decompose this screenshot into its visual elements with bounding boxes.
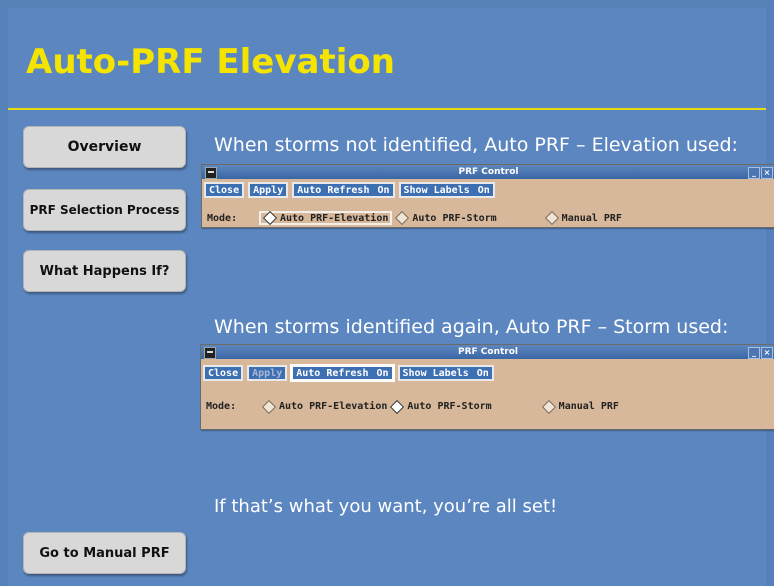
- minimize-icon[interactable]: _: [748, 347, 760, 359]
- slide-title: Auto-PRF Elevation: [26, 42, 395, 82]
- mode-label: Mode:: [206, 401, 237, 412]
- show-labels-button[interactable]: Show Labels On: [397, 365, 494, 381]
- mode-option-manual-label: Manual PRF: [558, 401, 619, 412]
- apply-button-label: Apply: [253, 184, 284, 196]
- prf-control-window-elevation: PRF Control _ × Close Apply Auto Refresh…: [201, 164, 774, 228]
- window-menu-icon[interactable]: [205, 167, 217, 179]
- mode-option-elevation[interactable]: Auto PRF-Elevation: [261, 399, 388, 414]
- mode-option-storm-label: Auto PRF-Storm: [412, 212, 497, 224]
- auto-refresh-label: Auto Refresh: [297, 184, 370, 196]
- apply-button[interactable]: Apply: [247, 365, 288, 381]
- close-button-label: Close: [209, 184, 240, 196]
- window-titlebar[interactable]: PRF Control _ ×: [201, 345, 774, 359]
- radio-icon: [261, 399, 277, 414]
- auto-refresh-label: Auto Refresh: [296, 367, 369, 379]
- radio-icon: [395, 210, 410, 226]
- mode-label: Mode:: [207, 212, 238, 224]
- what-happens-if-button[interactable]: What Happens If?: [23, 250, 186, 292]
- close-button[interactable]: Close: [203, 365, 244, 381]
- minimize-icon[interactable]: _: [748, 167, 760, 179]
- mode-option-elevation-label: Auto PRF-Elevation: [280, 212, 389, 224]
- prf-selection-process-button[interactable]: PRF Selection Process: [23, 189, 186, 231]
- window-titlebar[interactable]: PRF Control _ ×: [202, 165, 774, 179]
- mode-row: Mode: Auto PRF-Elevation Auto PRF-Storm …: [207, 210, 622, 226]
- mode-option-elevation[interactable]: Auto PRF-Elevation: [259, 210, 393, 226]
- toolbar: Close Apply Auto Refresh On Show Labels On: [204, 182, 495, 198]
- mode-option-elevation-label: Auto PRF-Elevation: [279, 401, 388, 412]
- auto-refresh-state: On: [376, 367, 389, 379]
- show-labels-button[interactable]: Show Labels On: [398, 182, 495, 198]
- radio-selected-icon: [390, 399, 405, 414]
- mode-option-storm-label: Auto PRF-Storm: [407, 401, 492, 412]
- apply-button[interactable]: Apply: [248, 182, 289, 198]
- close-button-label: Close: [208, 367, 239, 379]
- mode-option-manual[interactable]: Manual PRF: [541, 399, 619, 414]
- show-labels-label: Show Labels: [402, 367, 469, 379]
- show-labels-state: On: [476, 367, 489, 379]
- mode-option-manual-label: Manual PRF: [561, 212, 622, 224]
- auto-refresh-button[interactable]: Auto Refresh On: [290, 364, 395, 382]
- go-to-manual-prf-button[interactable]: Go to Manual PRF: [23, 532, 186, 574]
- title-divider: [8, 108, 766, 110]
- mode-option-manual[interactable]: Manual PRF: [544, 210, 622, 226]
- toolbar: Close Apply Auto Refresh On Show Labels On: [203, 364, 494, 382]
- window-title: PRF Control: [457, 347, 518, 357]
- prf-control-window-storm: PRF Control _ × Close Apply Auto Refresh…: [200, 344, 774, 430]
- radio-icon: [544, 210, 559, 226]
- mode-option-storm[interactable]: Auto PRF-Storm: [390, 399, 492, 414]
- show-labels-state: On: [477, 184, 490, 196]
- close-icon[interactable]: ×: [761, 347, 773, 359]
- auto-refresh-button[interactable]: Auto Refresh On: [292, 182, 395, 198]
- overview-button[interactable]: Overview: [23, 126, 186, 168]
- radio-selected-icon: [262, 210, 278, 226]
- footer-message: If that’s what you want, you’re all set!: [214, 496, 558, 517]
- radio-icon: [541, 399, 556, 414]
- window-title: PRF Control: [458, 167, 519, 177]
- auto-refresh-state: On: [377, 184, 390, 196]
- slide: Auto-PRF Elevation Overview PRF Selectio…: [8, 8, 774, 586]
- caption-elevation: When storms not identified, Auto PRF – E…: [214, 134, 738, 156]
- mode-option-storm[interactable]: Auto PRF-Storm: [395, 210, 497, 226]
- close-button[interactable]: Close: [204, 182, 245, 198]
- window-menu-icon[interactable]: [204, 347, 216, 359]
- mode-row: Mode: Auto PRF-Elevation Auto PRF-Storm …: [206, 399, 619, 414]
- apply-button-label: Apply: [252, 367, 283, 379]
- show-labels-label: Show Labels: [403, 184, 470, 196]
- close-icon[interactable]: ×: [761, 167, 773, 179]
- caption-storm: When storms identified again, Auto PRF –…: [214, 316, 729, 338]
